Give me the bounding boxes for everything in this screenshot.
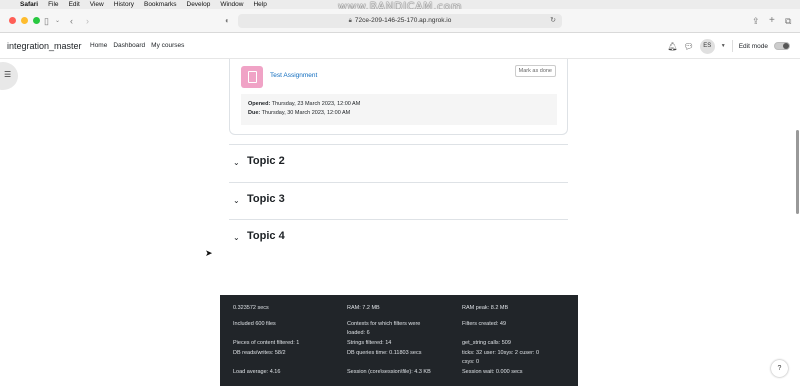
help-button[interactable]: ?	[771, 360, 788, 377]
forward-icon[interactable]: ›	[86, 14, 89, 28]
new-tab-icon[interactable]: +	[769, 14, 775, 28]
perf-get-string: get_string calls: 509	[462, 340, 511, 346]
perf-ram: RAM: 7.2 MB	[347, 305, 380, 311]
site-navbar: integration_master Home Dashboard My cou…	[0, 34, 800, 59]
perf-pieces-filtered: Pieces of content filtered: 1	[233, 340, 300, 346]
edit-mode-label: Edit mode	[738, 42, 768, 50]
nav-dashboard[interactable]: Dashboard	[113, 42, 145, 49]
menu-history[interactable]: History	[114, 0, 134, 9]
performance-info-footer: 0.323572 secs RAM: 7.2 MB RAM peak: 8.2 …	[220, 295, 578, 386]
perf-secs: 0.323572 secs	[233, 305, 269, 311]
perf-session-wait: Session wait: 0.000 secs	[462, 369, 523, 375]
menu-help[interactable]: Help	[253, 0, 266, 9]
section-topic-2[interactable]: ⌄ Topic 2	[229, 144, 568, 182]
list-icon: ☰	[4, 70, 12, 79]
perf-filters-created: Filters created: 49	[462, 321, 507, 327]
menu-bookmarks[interactable]: Bookmarks	[144, 0, 177, 9]
mark-as-done-button[interactable]: Mark as done	[514, 65, 556, 77]
perf-ticks: ticks: 32 user: 10sys: 2 cuser: 0	[462, 350, 540, 356]
url-text: 72ce-209-146-25-170.ap.ngrok.io	[354, 17, 452, 24]
activity-dates: Opened: Thursday, 23 March 2023, 12:00 A…	[241, 94, 557, 125]
perf-strings-filtered: Strings filtered: 14	[347, 340, 392, 346]
address-bar[interactable]: 🔒︎ 72ce-209-146-25-170.ap.ngrok.io ↻	[238, 14, 562, 28]
sidebar-icon[interactable]: ▯	[44, 14, 49, 28]
opened-date: Opened: Thursday, 23 March 2023, 12:00 A…	[248, 101, 361, 107]
messages-icon[interactable]: 💬︎	[684, 42, 694, 51]
window-controls	[9, 17, 40, 24]
tab-overview-icon[interactable]: ⧉	[785, 14, 791, 28]
page-scrollbar[interactable]	[796, 130, 799, 214]
navbar-user-area: 🔔︎ 💬︎ ES ▼ Edit mode	[667, 38, 790, 54]
lock-icon: 🔒︎	[348, 18, 352, 24]
macos-menu-bar: Safari File Edit View History Bookmarks …	[0, 0, 800, 9]
perf-session: Session (core\session\file): 4.3 KB	[347, 369, 431, 375]
zoom-window-button[interactable]	[33, 17, 40, 24]
section-topic-3[interactable]: ⌄ Topic 3	[229, 182, 568, 220]
perf-contexts: Contexts for which filters were	[347, 321, 421, 327]
chevron-down-icon[interactable]: ⌄	[233, 158, 240, 167]
activity-card: Test Assignment Mark as done Opened: Thu…	[229, 59, 568, 135]
assignment-icon	[241, 66, 263, 88]
perf-ram-peak: RAM peak: 8.2 MB	[462, 305, 509, 311]
chevron-down-icon[interactable]: ⌄	[233, 196, 240, 205]
chevron-down-icon[interactable]: ⌄	[55, 14, 60, 28]
menu-app-safari[interactable]: Safari	[20, 1, 38, 8]
minimize-window-button[interactable]	[21, 17, 28, 24]
due-date: Due: Thursday, 30 March 2023, 12:00 AM	[248, 109, 351, 116]
close-window-button[interactable]	[9, 17, 16, 24]
nav-my-courses[interactable]: My courses	[151, 42, 184, 49]
back-icon[interactable]: ‹	[70, 14, 73, 28]
menu-file[interactable]: File	[48, 0, 58, 9]
section-title[interactable]: Topic 3	[247, 193, 285, 205]
site-brand[interactable]: integration_master	[7, 41, 82, 51]
section-title[interactable]: Topic 4	[247, 230, 285, 242]
reload-icon[interactable]: ↻	[550, 14, 556, 28]
menu-develop[interactable]: Develop	[187, 0, 211, 9]
perf-contexts-loaded: loaded: 6	[347, 330, 370, 336]
menu-edit[interactable]: Edit	[69, 0, 80, 9]
section-topic-4[interactable]: ⌄ Topic 4	[229, 219, 568, 257]
menu-view[interactable]: View	[90, 0, 104, 9]
perf-db-time: DB queries time: 0.11803 secs	[347, 350, 422, 356]
chevron-down-icon[interactable]: ⌄	[233, 233, 240, 242]
perf-load-average: Load average: 4.16	[233, 369, 281, 375]
edit-mode-toggle[interactable]	[774, 42, 790, 50]
notifications-bell-icon[interactable]: 🔔︎	[667, 42, 677, 51]
share-icon[interactable]: ⇪	[752, 14, 760, 28]
menu-window[interactable]: Window	[220, 0, 243, 9]
primary-navigation: Home Dashboard My courses	[90, 42, 184, 49]
assignment-link[interactable]: Test Assignment	[270, 72, 317, 79]
perf-csys: csys: 0	[462, 359, 480, 365]
chevron-down-icon[interactable]: ▼	[721, 43, 726, 49]
user-avatar[interactable]: ES	[699, 38, 715, 54]
section-title[interactable]: Topic 2	[247, 155, 285, 167]
browser-toolbar: ▯ ⌄ ‹ › ◐ 🔒︎ 72ce-209-146-25-170.ap.ngrok…	[0, 9, 800, 33]
perf-included: Included 600 files	[233, 321, 276, 327]
shield-icon[interactable]: ◐	[225, 14, 230, 28]
nav-home[interactable]: Home	[90, 42, 107, 49]
course-index-toggle-button[interactable]: ☰	[0, 62, 18, 90]
perf-db-rw: DB reads/writes: 58/2	[233, 350, 286, 356]
mouse-cursor-icon: ➤	[205, 248, 213, 258]
navbar-divider	[731, 40, 733, 52]
